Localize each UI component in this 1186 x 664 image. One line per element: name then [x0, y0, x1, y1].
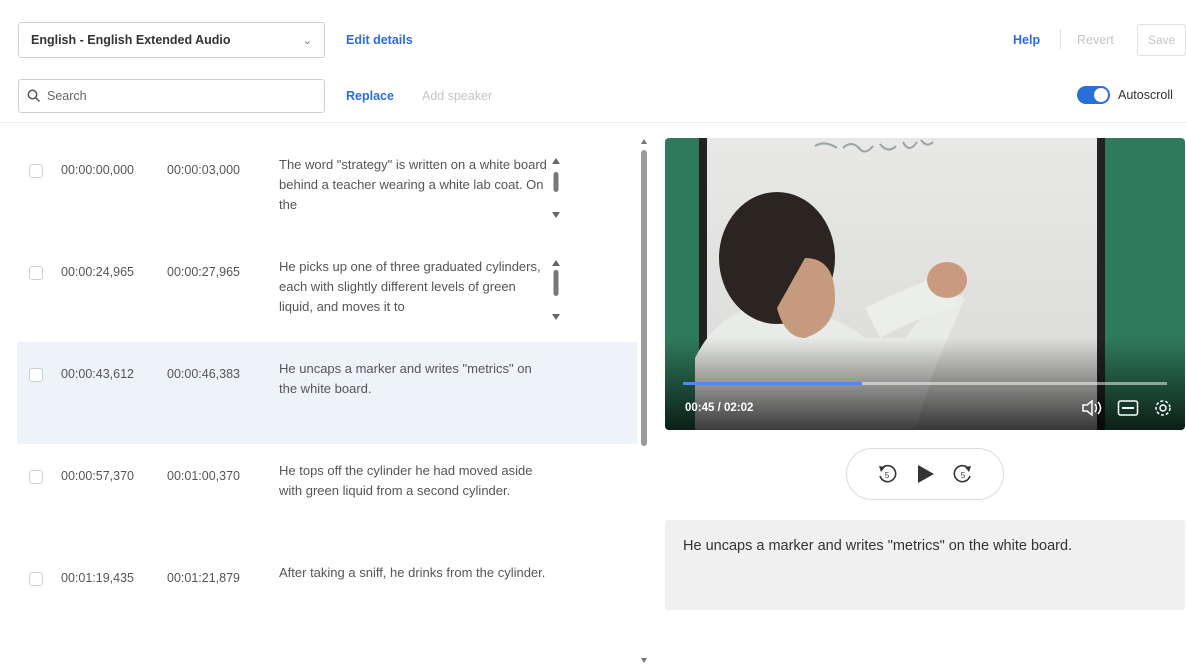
text-scrollbar[interactable]: [549, 158, 563, 218]
row-checkbox[interactable]: [29, 572, 43, 586]
scroll-up-icon[interactable]: [640, 138, 648, 146]
settings-gear-icon[interactable]: [1153, 398, 1173, 418]
edit-details-link[interactable]: Edit details: [346, 33, 413, 47]
help-link[interactable]: Help: [1013, 33, 1040, 47]
forward-icon[interactable]: 5: [952, 463, 974, 485]
header-divider: [0, 122, 1186, 123]
rewind-icon[interactable]: 5: [876, 463, 898, 485]
row-checkbox[interactable]: [29, 368, 43, 382]
start-time[interactable]: 00:00:00,000: [61, 163, 167, 177]
row-checkbox[interactable]: [29, 470, 43, 484]
row-checkbox[interactable]: [29, 266, 43, 280]
end-time[interactable]: 00:00:27,965: [167, 265, 279, 279]
start-time[interactable]: 00:01:19,435: [61, 571, 167, 585]
caption-row[interactable]: 00:00:24,965 00:00:27,965 He picks up on…: [17, 240, 637, 342]
caption-list: 00:00:00,000 00:00:03,000 The word "stra…: [17, 138, 637, 648]
scroll-down-icon[interactable]: [640, 656, 648, 664]
end-time[interactable]: 00:01:21,879: [167, 571, 279, 585]
autoscroll-toggle[interactable]: Autoscroll: [1077, 86, 1173, 104]
caption-row-selected[interactable]: 00:00:43,612 00:00:46,383 He uncaps a ma…: [17, 342, 637, 444]
chevron-down-icon: ⌄: [302, 34, 312, 47]
caption-row[interactable]: 00:00:00,000 00:00:03,000 The word "stra…: [17, 138, 637, 240]
start-time[interactable]: 00:00:43,612: [61, 367, 167, 381]
caption-row[interactable]: 00:01:19,435 00:01:21,879 After taking a…: [17, 546, 637, 648]
caption-text[interactable]: After taking a sniff, he drinks from the…: [279, 563, 549, 623]
caption-text[interactable]: He uncaps a marker and writes "metrics" …: [279, 359, 549, 419]
revert-button[interactable]: Revert: [1077, 33, 1114, 47]
svg-text:5: 5: [961, 471, 966, 480]
play-icon[interactable]: [914, 463, 936, 485]
add-speaker-button[interactable]: Add speaker: [422, 89, 492, 103]
row-checkbox[interactable]: [29, 164, 43, 178]
caption-text[interactable]: He picks up one of three graduated cylin…: [279, 257, 549, 317]
caption-text[interactable]: The word "strategy" is written on a whit…: [279, 155, 549, 215]
toggle-switch[interactable]: [1077, 86, 1110, 104]
search-input[interactable]: [47, 89, 307, 103]
start-time[interactable]: 00:00:24,965: [61, 265, 167, 279]
video-progress-bar[interactable]: [683, 382, 1167, 385]
replace-button[interactable]: Replace: [346, 89, 394, 103]
volume-icon[interactable]: [1081, 399, 1103, 417]
end-time[interactable]: 00:00:03,000: [167, 163, 279, 177]
video-player[interactable]: 00:45 / 02:02: [665, 138, 1185, 430]
language-select[interactable]: English - English Extended Audio ⌄: [18, 22, 325, 58]
playback-controls: 5 5: [846, 448, 1004, 500]
search-field[interactable]: [18, 79, 325, 113]
end-time[interactable]: 00:01:00,370: [167, 469, 279, 483]
caption-row[interactable]: 00:00:57,370 00:01:00,370 He tops off th…: [17, 444, 637, 546]
current-caption-preview: He uncaps a marker and writes "metrics" …: [665, 520, 1185, 610]
search-icon: [27, 89, 41, 103]
scrollbar-thumb[interactable]: [641, 150, 647, 446]
captions-icon[interactable]: [1117, 399, 1139, 417]
svg-text:5: 5: [885, 471, 890, 480]
language-select-value: English - English Extended Audio: [31, 33, 231, 47]
start-time[interactable]: 00:00:57,370: [61, 469, 167, 483]
video-progress-fill: [683, 382, 863, 385]
divider: [1060, 29, 1061, 49]
text-scrollbar[interactable]: [549, 260, 563, 320]
caption-text[interactable]: He tops off the cylinder he had moved as…: [279, 461, 549, 521]
video-time: 00:45 / 02:02: [685, 402, 754, 414]
save-button[interactable]: Save: [1137, 24, 1186, 56]
end-time[interactable]: 00:00:46,383: [167, 367, 279, 381]
autoscroll-label: Autoscroll: [1118, 88, 1173, 102]
list-scrollbar[interactable]: [640, 138, 648, 664]
